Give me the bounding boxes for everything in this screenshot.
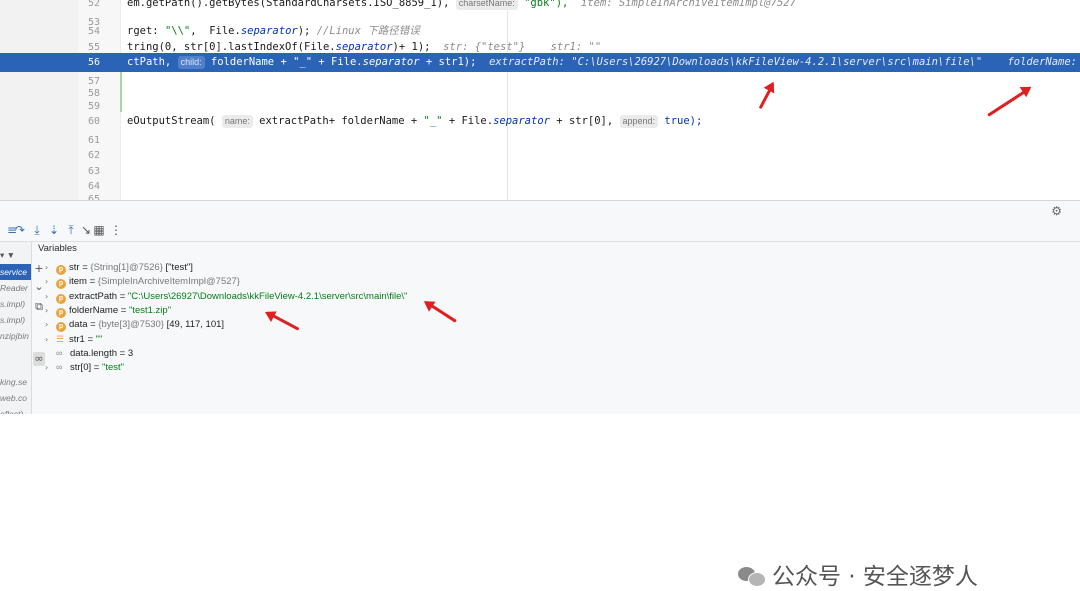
copy-icon[interactable]: ⧉ (33, 300, 45, 314)
line-number: 60 (87, 116, 100, 127)
watermark: 公众号 · 安全逐梦人 (738, 557, 978, 591)
evaluate-expression-icon[interactable]: ▦ (91, 222, 107, 238)
local-variable-icon: ☰ (56, 334, 65, 344)
inlay-hint-name: name: (221, 115, 253, 128)
inline-value-hint: str: {"test"} str1: "" (430, 41, 602, 53)
step-out-icon[interactable]: ⤒ (63, 222, 79, 238)
code-line-60[interactable]: 60 eOutputStream( name: extractPath+ fol… (0, 112, 1080, 131)
code-editor[interactable]: 52 em.getPath().getBytes(StandardCharset… (0, 0, 1080, 200)
collapse-icon[interactable]: ⌄ (33, 280, 45, 294)
parameter-icon: p (56, 294, 66, 304)
inline-value-hint: item: SimpleInArchiveItemImpl@7527 (568, 0, 796, 9)
frame-item[interactable]: nzipjbin (0, 328, 31, 344)
code-text: em.getPath().getBytes(StandardCharsets.I… (127, 0, 796, 13)
code-text: eOutputStream( name: extractPath+ folder… (127, 115, 703, 128)
expand-chevron-icon[interactable]: › (45, 304, 56, 318)
debug-header-bar: ⚙ (0, 201, 1080, 219)
debug-tool-window: ⚙ ≡ ↷ ⤓ ⇣ ⤒ ↘ ▦ ⋮ ▾ ▼ service Reader s.i… (0, 200, 1080, 590)
frame-item[interactable]: s.impl) (0, 312, 31, 328)
trace-icon[interactable]: ⋮ (108, 222, 124, 238)
expand-chevron-icon[interactable]: › (45, 290, 56, 304)
wechat-icon (738, 565, 766, 587)
variable-row-str1[interactable]: › ☰ str1 = "" (45, 332, 745, 346)
variable-row-data-length[interactable]: ∞ data.length = 3 (45, 346, 745, 360)
parameter-icon: p (56, 308, 66, 318)
variable-row-str0[interactable]: › ∞ str[0] = "test" (45, 360, 745, 374)
force-step-into-icon[interactable]: ⇣ (46, 222, 62, 238)
watches-toggle-icon[interactable]: ∞ (33, 352, 45, 366)
line-number: 52 (87, 0, 100, 9)
parameter-icon: p (56, 265, 66, 275)
code-text: ctPath, child: folderName + "_" + File.s… (127, 53, 1080, 72)
frame-item[interactable]: web.co (0, 390, 31, 406)
expand-chevron-icon[interactable]: › (45, 261, 56, 275)
step-over-icon[interactable]: ↷ (12, 222, 28, 238)
add-watch-icon[interactable]: + (33, 262, 45, 276)
expand-chevron-icon[interactable]: › (45, 275, 56, 289)
watch-icon: ∞ (56, 348, 63, 358)
variable-row-str[interactable]: › p str = {String[1]@7526} ["test"] (45, 261, 745, 275)
frame-item[interactable]: Reader (0, 280, 31, 296)
variable-row-extractpath[interactable]: › p extractPath = "C:\Users\26927\Download… (45, 290, 745, 304)
gear-icon[interactable]: ⚙ (1051, 204, 1062, 218)
variables-side-toolbar: + ⌄ ⧉ ∞ (31, 242, 45, 414)
code-line-56-current[interactable]: 56 ctPath, child: folderName + "_" + Fil… (0, 53, 1080, 72)
frame-item[interactable]: king.se (0, 374, 31, 390)
filter-icon[interactable]: ▾ ▼ (0, 247, 31, 263)
debug-toolbar: ≡ ↷ ⤓ ⇣ ⤒ ↘ ▦ ⋮ (0, 219, 1080, 242)
inline-value-hint: extractPath: "C:\Users\26927\Downloads\k… (489, 56, 1077, 68)
variable-row-data[interactable]: › p data = {byte[3]@7530} [49, 117, 101] (45, 318, 745, 332)
frames-panel: ▾ ▼ service Reader s.impl) s.impl) nzipj… (0, 242, 32, 414)
expand-chevron-icon[interactable]: › (45, 361, 56, 375)
code-line-65[interactable]: 65 (0, 190, 1080, 200)
expand-chevron-icon[interactable]: › (45, 333, 56, 347)
line-number: 56 (87, 57, 100, 68)
code-line-52[interactable]: 52 em.getPath().getBytes(StandardCharset… (0, 0, 1080, 13)
inlay-hint-charsetname: charsetName: (455, 0, 518, 10)
watch-icon: ∞ (56, 362, 63, 372)
variable-row-item[interactable]: › p item = {SimpleInArchiveItemImpl@7527} (45, 275, 745, 289)
frame-item[interactable]: s.impl) (0, 296, 31, 312)
parameter-icon: p (56, 279, 66, 289)
variables-tree: › p str = {String[1]@7526} ["test"] › p item… (45, 259, 1080, 414)
parameter-icon: p (56, 322, 66, 332)
step-into-icon[interactable]: ⤓ (29, 222, 45, 238)
inlay-hint-child: child: (177, 56, 205, 69)
variable-row-foldername[interactable]: › p folderName = "test1.zip" (45, 304, 745, 318)
expand-chevron-icon[interactable]: › (45, 318, 56, 332)
frame-item[interactable]: service (0, 264, 31, 280)
inlay-hint-append: append: (619, 115, 659, 128)
line-number: 65 (87, 194, 100, 200)
code-comment: //Linux 下路径错误 (316, 25, 420, 37)
